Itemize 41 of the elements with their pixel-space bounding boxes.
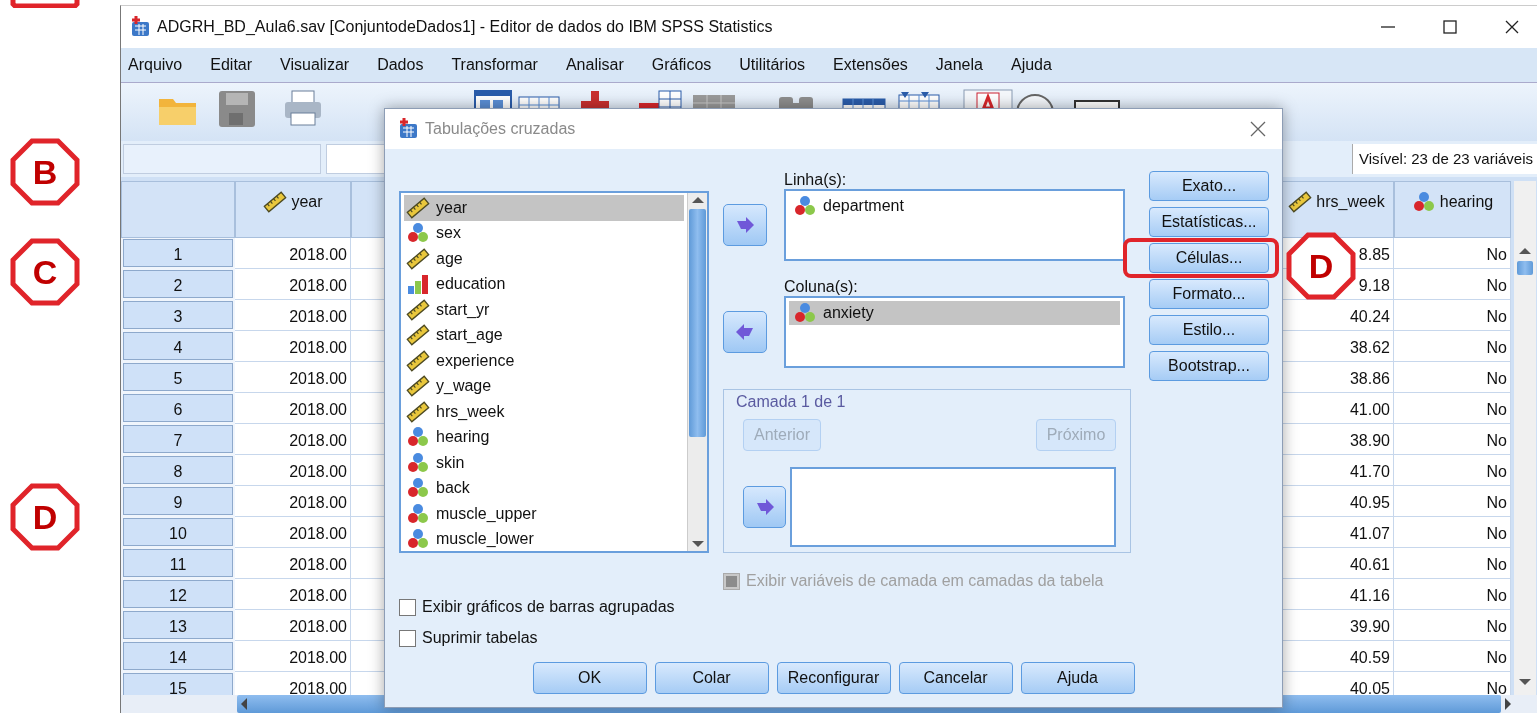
table-cell: 2018.00	[235, 238, 351, 269]
table-cell: 2018.00	[235, 672, 351, 695]
table-cell: 2018.00	[235, 331, 351, 362]
table-cell: 2018.00	[235, 517, 351, 548]
table-cell: 2018.00	[235, 300, 351, 331]
table-cell: 2018.00	[235, 269, 351, 300]
window-title: ADGRH_BD_Aula6.sav [ConjuntodeDados1] - Editor de dados do IBM SPSS Statistics	[157, 17, 773, 37]
table-cell: No	[1394, 641, 1511, 672]
table-cell: No	[1394, 579, 1511, 610]
dialog-title: Tabulações cruzadas	[425, 119, 576, 139]
checkbox-label: Exibir gráficos de barras agrupadas	[422, 597, 675, 617]
table-cell: No	[1394, 517, 1511, 548]
table-cell: No	[1394, 238, 1511, 269]
table-cell: 2018.00	[235, 579, 351, 610]
table-cell: 2018.00	[235, 486, 351, 517]
table-cell: No	[1394, 300, 1511, 331]
table-cell: No	[1394, 672, 1511, 695]
list-label: Coluna(s):	[784, 278, 859, 296]
table-cell: 2018.00	[235, 393, 351, 424]
table-cell: No	[1394, 610, 1511, 641]
table-cell: 2018.00	[235, 641, 351, 672]
table-cell: No	[1394, 548, 1511, 579]
annotation-marker: D	[10, 483, 80, 551]
status-text: Visível: 23 de 23 variáveis	[1352, 144, 1537, 174]
table-cell: No	[1394, 393, 1511, 424]
checkbox-label: Exibir variáveis de camada em camadas da tabela	[746, 571, 1104, 591]
annotation-marker: C	[10, 238, 80, 306]
list-label: Linha(s):	[784, 171, 848, 189]
table-cell: 2018.00	[235, 362, 351, 393]
table-cell: No	[1394, 455, 1511, 486]
annotation-marker: B	[10, 138, 80, 206]
table-cell: 2018.00	[235, 548, 351, 579]
table-cell: 2018.00	[235, 455, 351, 486]
table-cell: 2018.00	[235, 610, 351, 641]
table-cell: No	[1394, 362, 1511, 393]
checkbox-label: Suprimir tabelas	[422, 628, 538, 648]
table-cell: 2018.00	[235, 424, 351, 455]
table-cell: No	[1394, 424, 1511, 455]
table-cell: No	[1394, 331, 1511, 362]
table-cell: No	[1394, 486, 1511, 517]
table-cell: No	[1394, 269, 1511, 300]
